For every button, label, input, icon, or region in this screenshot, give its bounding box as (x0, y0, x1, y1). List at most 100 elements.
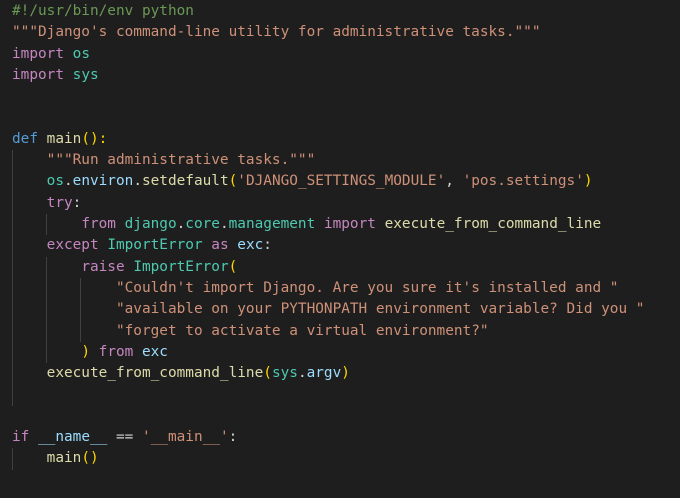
code-token: """Run administrative tasks.""" (46, 152, 316, 169)
code-token: except (46, 237, 99, 254)
code-token: """Django's command-line utility for adm… (12, 24, 541, 41)
code-token: sys (72, 66, 99, 83)
code-token: ( (228, 258, 238, 275)
code-line[interactable]: os.environ.setdefault('DJANGO_SETTINGS_M… (12, 171, 593, 192)
code-token: import (12, 45, 64, 62)
code-token: : (263, 237, 272, 254)
code-token: ImportError (133, 258, 229, 275)
code-line[interactable]: "Couldn't import Django. Are you sure it… (12, 278, 619, 299)
code-token: : (72, 194, 82, 211)
code-token: ) (341, 365, 350, 382)
code-line[interactable]: if __name__ == '__main__': (12, 427, 237, 448)
code-token: sys (271, 365, 298, 382)
code-line[interactable]: main() (12, 448, 99, 469)
code-token: if (12, 429, 30, 445)
code-token: import (323, 216, 376, 232)
code-token: execute_from_command_line (384, 216, 602, 232)
code-token: "forget to activate a virtual environmen… (115, 322, 489, 339)
code-token: '__main__' (141, 429, 229, 445)
code-token: from (81, 216, 116, 232)
code-token: , (445, 173, 463, 190)
code-token: main (46, 130, 82, 147)
code-token: ( (228, 173, 238, 190)
code-token: . (176, 216, 186, 232)
code-line[interactable]: try: (12, 193, 82, 214)
code-token: django (124, 216, 177, 232)
code-editor[interactable]: #!/usr/bin/env python """Django's command… (0, 0, 680, 498)
code-line[interactable]: "forget to activate a virtual environmen… (12, 321, 489, 342)
code-token: . (63, 173, 73, 190)
code-token: 'DJANGO_SETTINGS_MODULE' (237, 173, 446, 190)
code-token: "available on your PYTHONPATH environmen… (115, 301, 645, 318)
code-line[interactable]: """Run administrative tasks.""" (12, 150, 316, 171)
code-token: ImportError (107, 237, 203, 254)
code-token: core (185, 216, 220, 232)
code-token: setdefault (141, 173, 229, 190)
code-token: import (12, 66, 64, 83)
code-token: argv (306, 365, 342, 382)
code-token: environ (72, 173, 134, 190)
code-token: == (107, 429, 142, 445)
code-line[interactable]: """Django's command-line utility for adm… (12, 22, 541, 43)
code-token: os (72, 45, 90, 62)
code-token: as (211, 237, 229, 254)
code-line[interactable]: from django.core.management import execu… (12, 214, 601, 235)
code-line[interactable]: import sys (12, 65, 99, 86)
code-token: from (98, 343, 134, 360)
code-token: management (228, 216, 316, 232)
code-line[interactable]: "available on your PYTHONPATH environmen… (12, 299, 645, 320)
code-token: #!/usr/bin/env python (12, 3, 194, 19)
code-line[interactable]: except ImportError as exc: (12, 235, 272, 256)
code-line[interactable]: import os (12, 44, 90, 65)
code-token: ) (583, 173, 593, 190)
code-token: try (46, 194, 73, 211)
code-token: 'pos.settings' (462, 173, 584, 190)
code-token: os (46, 173, 64, 190)
code-token: execute_from_command_line (46, 365, 264, 382)
code-token: . (133, 173, 142, 190)
code-token: main (46, 450, 82, 467)
code-token: "Couldn't import Django. Are you sure it… (115, 279, 619, 296)
code-token: ) (81, 343, 90, 360)
code-token: ( (263, 365, 272, 382)
code-token: def (12, 130, 38, 147)
code-token: : (228, 429, 238, 445)
code-token: exc (141, 343, 168, 360)
code-line[interactable]: raise ImportError( (12, 257, 237, 278)
code-line[interactable]: #!/usr/bin/env python (12, 1, 194, 22)
code-token: __name__ (38, 429, 108, 445)
code-line[interactable]: execute_from_command_line(sys.argv) (12, 363, 350, 384)
code-line[interactable]: ) from exc (12, 342, 168, 363)
code-token: () (81, 450, 99, 467)
code-token: . (297, 365, 307, 382)
code-token: raise (81, 258, 125, 275)
code-token: (): (81, 130, 108, 147)
code-token: . (219, 216, 229, 232)
code-line[interactable]: def main(): (12, 129, 107, 150)
